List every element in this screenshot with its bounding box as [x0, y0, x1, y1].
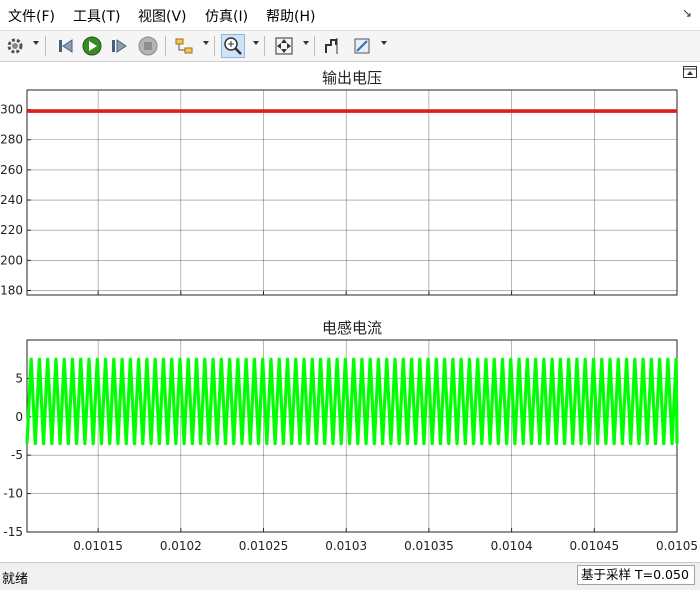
step-forward-icon[interactable] [107, 34, 131, 58]
toolbar-separator [214, 36, 215, 56]
y-tick-label-1: 5 [15, 371, 23, 385]
axes-box-0 [26, 89, 678, 296]
highlight-dropdown-icon[interactable] [203, 41, 209, 45]
fit-view-icon[interactable] [272, 34, 296, 58]
menu-file[interactable]: 文件(F) [8, 6, 55, 26]
chart-title-1: 电感电流 [322, 319, 382, 337]
run-icon[interactable] [80, 34, 104, 58]
y-tick-label-0: 220 [0, 223, 23, 237]
y-tick-label-0: 240 [0, 193, 23, 207]
toolbar-separator [264, 36, 265, 56]
fit-dropdown-icon[interactable] [303, 41, 309, 45]
toolbar-separator [45, 36, 46, 56]
y-tick-label-0: 260 [0, 163, 23, 177]
chart-title-0: 输出电压 [322, 69, 382, 87]
status-bar: 就绪 基于采样 T=0.050 [0, 562, 700, 590]
settings-icon[interactable] [3, 34, 27, 58]
toolbar [0, 31, 700, 62]
charts-svg: 输出电压 180 200 220 240 260 280 300 电感电流 0.01015 0.01… [0, 69, 698, 553]
y-tick-label-1: -10 [3, 487, 23, 501]
dock-arrow-icon[interactable]: ↘ [682, 6, 692, 20]
x-tick-label-1: 0.0103 [325, 539, 367, 553]
statistics-dropdown-icon[interactable] [381, 41, 387, 45]
y-tick-label-0: 200 [0, 253, 23, 267]
x-tick-label-1: 0.0105 [656, 539, 698, 553]
toolbar-separator [165, 36, 166, 56]
cursor-measure-icon[interactable] [321, 34, 345, 58]
signal-statistics-icon[interactable] [350, 34, 374, 58]
x-tick-label-1: 0.01025 [239, 539, 289, 553]
plot-area: 输出电压 180 200 220 240 260 280 300 电感电流 0.01015 0.01… [0, 62, 700, 562]
x-tick-label-1: 0.0104 [491, 539, 533, 553]
x-tick-label-1: 0.01015 [73, 539, 123, 553]
sample-mode-label: 基于采样 [581, 567, 632, 582]
menu-bar: 文件(F) 工具(T) 视图(V) 仿真(I) 帮助(H) ↘ [0, 0, 700, 31]
y-tick-label-0: 280 [0, 133, 23, 147]
y-tick-label-1: -5 [11, 448, 23, 462]
highlight-block-icon[interactable] [172, 34, 196, 58]
menu-simulation[interactable]: 仿真(I) [205, 6, 248, 26]
status-text: 就绪 [2, 572, 29, 587]
x-tick-label-1: 0.01035 [404, 539, 454, 553]
y-tick-label-1: -15 [3, 525, 23, 539]
menu-tools[interactable]: 工具(T) [73, 6, 120, 26]
y-tick-label-0: 180 [0, 283, 23, 297]
toolbar-separator [314, 36, 315, 56]
step-back-icon[interactable] [53, 34, 77, 58]
status-time-box: 基于采样 T=0.050 [577, 565, 695, 585]
y-tick-label-1: 0 [15, 410, 23, 424]
zoom-dropdown-icon[interactable] [253, 41, 259, 45]
settings-dropdown-icon[interactable] [33, 41, 39, 45]
x-tick-label-1: 0.01045 [569, 539, 619, 553]
y-tick-label-0: 300 [0, 103, 23, 117]
menu-help[interactable]: 帮助(H) [266, 6, 315, 26]
sim-time-label: T=0.050 [635, 567, 689, 582]
zoom-in-icon[interactable] [221, 34, 245, 58]
x-tick-label-1: 0.0102 [160, 539, 202, 553]
menu-view[interactable]: 视图(V) [138, 6, 187, 26]
stop-icon[interactable] [136, 34, 160, 58]
